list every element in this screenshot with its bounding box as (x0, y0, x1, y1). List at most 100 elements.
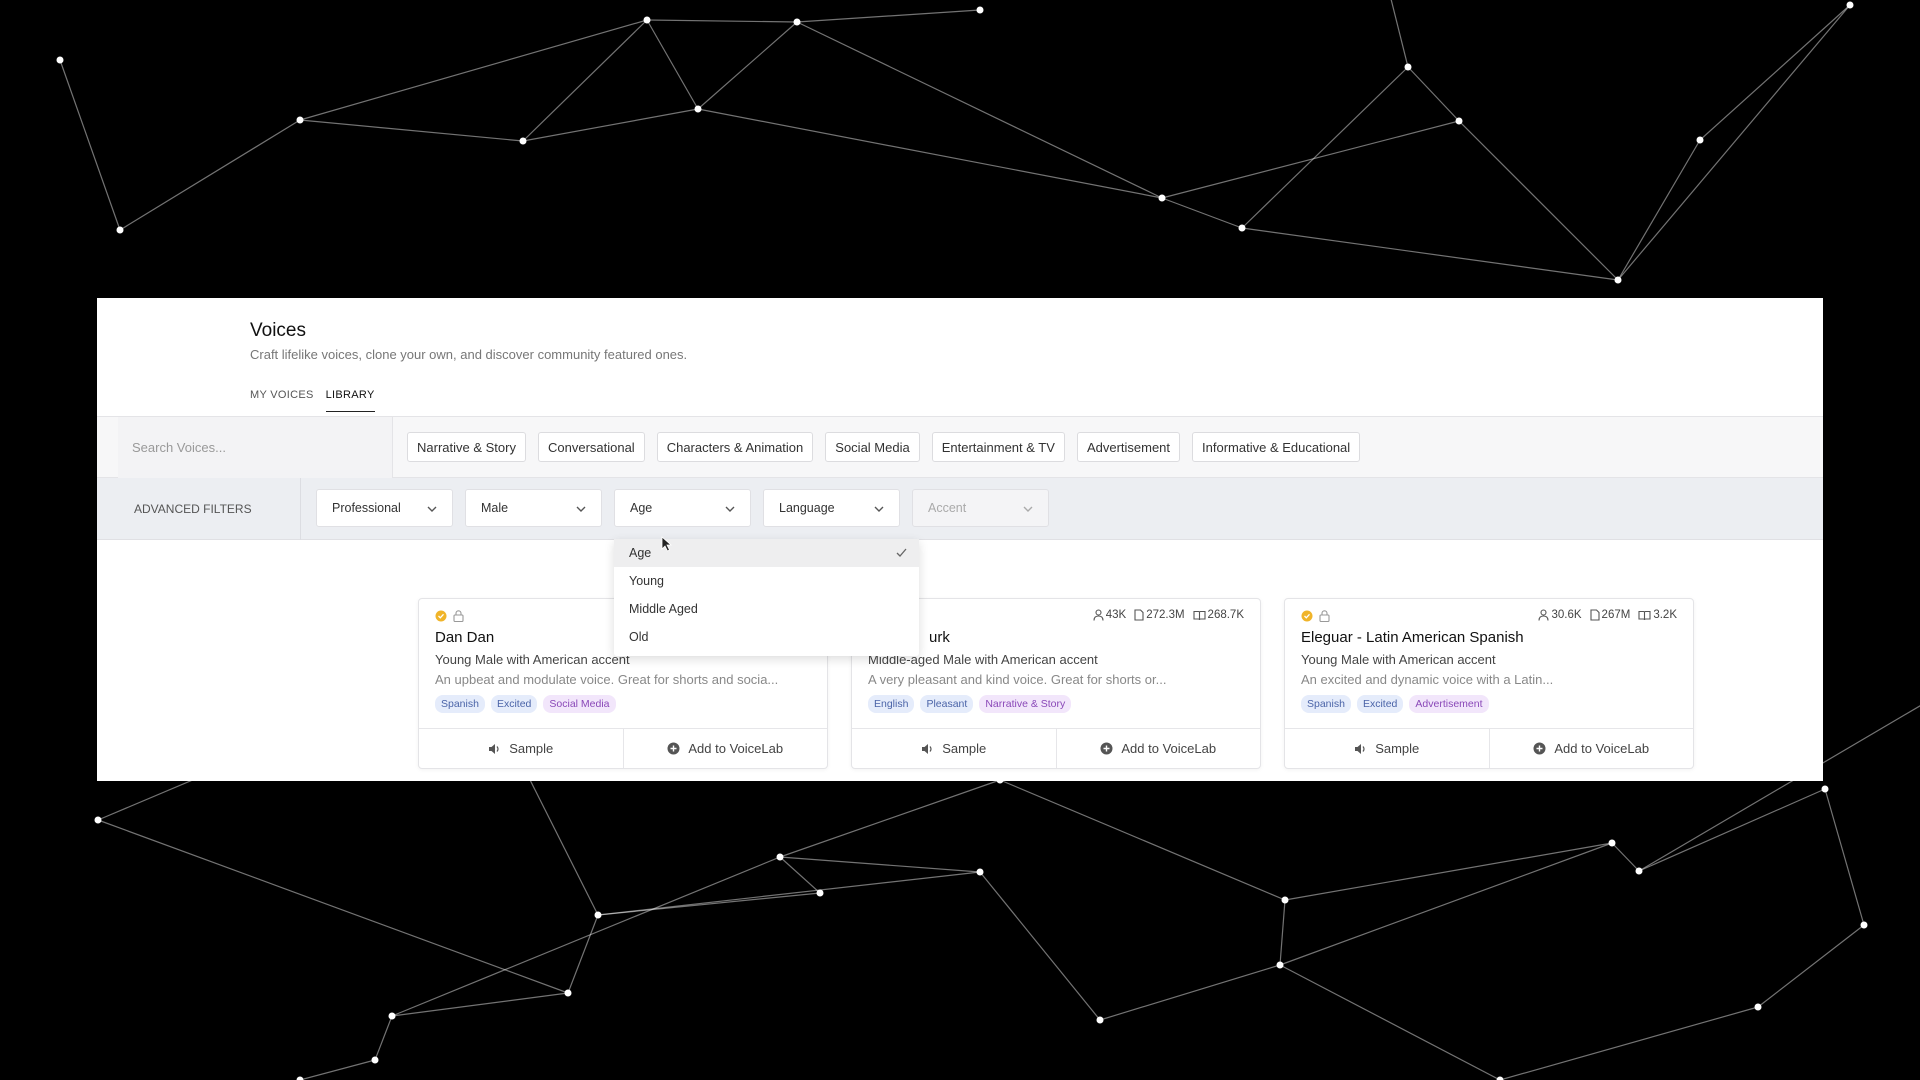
verified-icon (435, 610, 447, 622)
network-line (522, 108, 699, 142)
network-line (1638, 788, 1826, 872)
voices-panel: Voices Craft lifelike voices, clone your… (97, 298, 1823, 781)
age-option-middle-aged[interactable]: Middle Aged (614, 595, 919, 623)
chars-count: 272.3M (1146, 609, 1185, 621)
tab-my-voices[interactable]: MY VOICES (250, 389, 314, 412)
network-node (1696, 136, 1704, 144)
users-stat: 30.6K (1538, 609, 1582, 621)
network-node (1635, 867, 1643, 875)
sample-label: Sample (1375, 741, 1420, 756)
category-chips: Narrative & Story Conversational Charact… (407, 432, 1361, 462)
network-line (1824, 788, 1865, 926)
category-chip-narrative[interactable]: Narrative & Story (407, 432, 526, 462)
tag-tone: Excited (490, 695, 538, 713)
file-icon (1134, 609, 1144, 621)
category-chip-characters[interactable]: Characters & Animation (656, 432, 814, 462)
network-line (391, 856, 781, 1017)
network-line (59, 59, 121, 231)
tag-category: Social Media (543, 695, 616, 713)
network-line (374, 1015, 393, 1061)
network-line (1407, 66, 1460, 122)
tag-language: Spanish (1301, 695, 1351, 713)
network-node (1614, 276, 1622, 284)
gender-select[interactable]: Male (465, 489, 602, 527)
network-node (1404, 63, 1412, 71)
network-node (371, 1056, 379, 1064)
plus-circle-icon (667, 742, 680, 755)
network-line (999, 779, 1286, 901)
category-chip-informative[interactable]: Informative & Educational (1192, 432, 1361, 462)
advanced-filters-bar: ADVANCED FILTERS Professional Male Age L… (97, 478, 1823, 540)
select-value: Language (779, 501, 835, 515)
sample-label: Sample (509, 741, 554, 756)
add-to-voicelab-button[interactable]: Add to VoiceLab (622, 729, 828, 768)
voice-stats: 43K 272.3M 268.7K (1093, 609, 1244, 621)
language-select[interactable]: Language (763, 489, 900, 527)
accent-select[interactable]: Accent (912, 489, 1049, 527)
category-bar: Search Voices... Narrative & Story Conve… (97, 416, 1823, 479)
card-actions: Sample Add to VoiceLab (852, 728, 1260, 768)
chevron-down-icon (576, 506, 586, 512)
uses-count: 3.2K (1653, 609, 1677, 621)
category-type-select[interactable]: Professional (316, 489, 453, 527)
network-line (697, 21, 798, 110)
network-line (779, 856, 981, 873)
category-chip-conversational[interactable]: Conversational (537, 432, 645, 462)
category-chip-entertainment[interactable]: Entertainment & TV (931, 432, 1065, 462)
network-node (1821, 785, 1829, 793)
network-node (976, 6, 984, 14)
network-line (299, 1059, 376, 1080)
sample-label: Sample (942, 741, 987, 756)
voice-tags: English Pleasant Narrative & Story (868, 695, 1072, 713)
network-node (1455, 117, 1463, 125)
category-chip-social-media[interactable]: Social Media (825, 432, 920, 462)
network-node (776, 853, 784, 861)
network-node (116, 226, 124, 234)
search-input[interactable]: Search Voices... (118, 417, 393, 479)
network-line (1699, 4, 1851, 141)
network-line (1241, 66, 1409, 229)
users-count: 43K (1105, 609, 1127, 621)
add-to-voicelab-button[interactable]: Add to VoiceLab (1488, 729, 1694, 768)
voice-description: Young Male with American accent (435, 652, 630, 667)
network-node (1158, 194, 1166, 202)
users-count: 30.6K (1551, 609, 1582, 621)
age-option-old[interactable]: Old (614, 623, 919, 651)
network-line (1617, 4, 1851, 281)
age-option-young[interactable]: Young (614, 567, 919, 595)
add-label: Add to VoiceLab (688, 741, 784, 756)
network-node (1608, 839, 1616, 847)
network-node (94, 816, 102, 824)
sample-button[interactable]: Sample (1285, 729, 1489, 768)
add-to-voicelab-button[interactable]: Add to VoiceLab (1055, 729, 1261, 768)
users-stat: 43K (1093, 609, 1126, 621)
age-select[interactable]: Age (614, 489, 751, 527)
network-line (1390, 0, 1409, 68)
network-node (1754, 1003, 1762, 1011)
network-node (1846, 1, 1854, 9)
network-line (119, 119, 301, 231)
network-line (1279, 842, 1613, 966)
network-line (391, 992, 569, 1017)
network-node (594, 911, 602, 919)
network-node (1238, 224, 1246, 232)
network-node (816, 889, 824, 897)
network-line (1284, 842, 1613, 901)
network-node (1096, 1016, 1104, 1024)
book-icon (1192, 610, 1206, 620)
network-node (694, 105, 702, 113)
network-node (1281, 896, 1289, 904)
tag-category: Advertisement (1409, 695, 1489, 713)
category-chip-advertisement[interactable]: Advertisement (1076, 432, 1181, 462)
sample-button[interactable]: Sample (419, 729, 623, 768)
network-line (299, 119, 524, 142)
card-badges (1301, 610, 1330, 622)
plus-circle-icon (1533, 742, 1546, 755)
age-option-age[interactable]: Age (614, 539, 919, 567)
network-line (796, 21, 1163, 199)
network-node (793, 18, 801, 26)
network-line (1241, 227, 1619, 281)
tab-library[interactable]: LIBRARY (325, 389, 375, 412)
sample-button[interactable]: Sample (852, 729, 1056, 768)
network-line (1499, 1006, 1759, 1080)
